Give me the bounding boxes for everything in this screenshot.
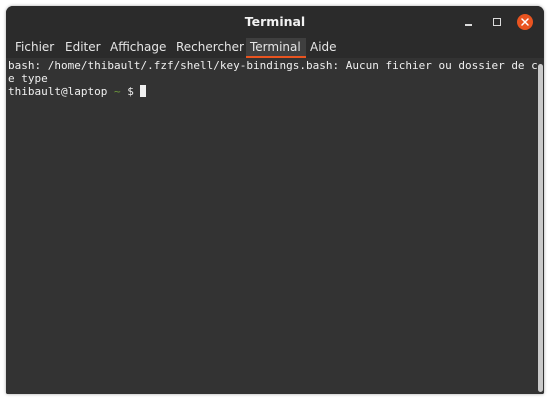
maximize-icon xyxy=(493,18,501,26)
maximize-button[interactable] xyxy=(489,14,505,30)
menu-editer[interactable]: Editer xyxy=(61,38,109,56)
terminal-output[interactable]: bash: /home/thibault/.fzf/shell/key-bind… xyxy=(6,58,538,394)
text-cursor xyxy=(140,85,147,97)
menu-aide[interactable]: Aide xyxy=(306,38,346,56)
output-line-1: bash: /home/thibault/.fzf/shell/key-bind… xyxy=(8,59,538,72)
prompt-directory: ~ xyxy=(113,85,121,98)
scrollbar-thumb[interactable] xyxy=(538,64,543,392)
minimize-icon xyxy=(465,24,472,26)
terminal-window: Terminal Fichier Editer Affichage Recher… xyxy=(6,6,544,394)
output-line-2: e type xyxy=(8,72,48,85)
menu-rechercher[interactable]: Rechercher xyxy=(172,38,248,56)
prompt-line: thibault@laptop ~ $ xyxy=(8,85,147,98)
close-icon xyxy=(521,18,529,26)
prompt-symbol: $ xyxy=(127,85,134,98)
prompt-user: thibault@laptop xyxy=(8,85,108,98)
minimize-button[interactable] xyxy=(461,14,477,30)
title-bar[interactable]: Terminal xyxy=(6,6,544,38)
menu-fichier[interactable]: Fichier xyxy=(9,38,61,56)
menu-bar: Fichier Editer Affichage Rechercher Term… xyxy=(6,38,544,58)
menu-terminal[interactable]: Terminal xyxy=(246,38,306,58)
scrollbar[interactable] xyxy=(537,58,544,394)
menu-affichage[interactable]: Affichage xyxy=(106,38,174,56)
close-button[interactable] xyxy=(517,14,533,30)
